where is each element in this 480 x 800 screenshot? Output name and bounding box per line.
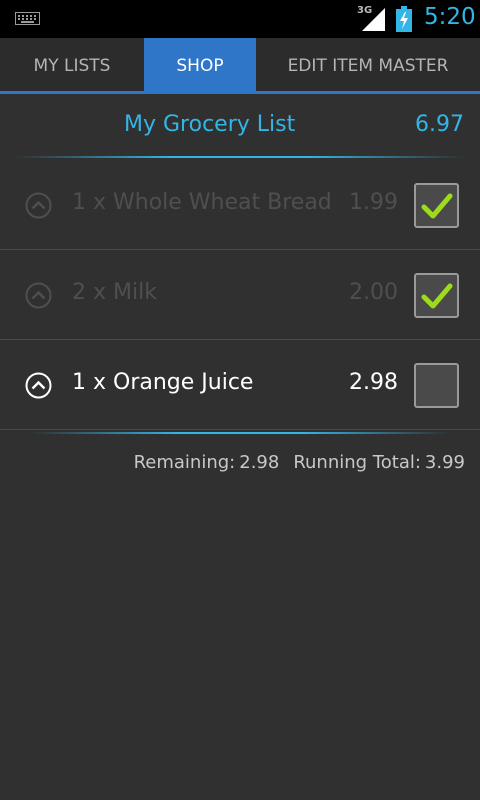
tab-shop[interactable]: SHOP — [144, 38, 256, 91]
clock: 5:20 — [424, 4, 476, 30]
item-price: 2.98 — [349, 370, 398, 395]
header-divider — [14, 156, 466, 158]
tab-edit-item-master[interactable]: EDIT ITEM MASTER — [256, 38, 480, 91]
item-checkbox[interactable] — [414, 273, 459, 318]
status-bar: 3G 5:20 — [0, 0, 480, 38]
remaining-label: Remaining: — [133, 452, 236, 473]
item-label: 1 x Orange Juice — [72, 370, 254, 395]
item-price: 2.00 — [349, 280, 398, 305]
checkmark-icon — [421, 193, 453, 219]
list-item[interactable]: 1 x Whole Wheat Bread 1.99 — [0, 160, 480, 250]
chevron-up-icon[interactable] — [25, 282, 52, 309]
running-total-value: 3.99 — [424, 452, 465, 473]
remaining-value: 2.98 — [239, 452, 280, 473]
list-total: 6.97 — [415, 112, 464, 137]
battery-charging-icon — [396, 6, 412, 32]
item-checkbox[interactable] — [414, 183, 459, 228]
item-label: 2 x Milk — [72, 280, 157, 305]
checkmark-icon — [421, 283, 453, 309]
tab-bar: MY LISTS SHOP EDIT ITEM MASTER — [0, 38, 480, 91]
chevron-up-icon[interactable] — [25, 372, 52, 399]
list-item[interactable]: 1 x Orange Juice 2.98 — [0, 340, 480, 430]
tab-my-lists[interactable]: MY LISTS — [0, 38, 144, 91]
item-label: 1 x Whole Wheat Bread — [72, 190, 332, 215]
item-price: 1.99 — [349, 190, 398, 215]
item-checkbox[interactable] — [414, 363, 459, 408]
list-item[interactable]: 2 x Milk 2.00 — [0, 250, 480, 340]
list-divider — [30, 432, 450, 434]
network-type-label: 3G — [357, 5, 373, 16]
list-title: My Grocery List — [124, 112, 296, 137]
tab-indicator — [0, 91, 480, 94]
chevron-up-icon[interactable] — [25, 192, 52, 219]
running-total-label: Running Total: — [293, 452, 421, 473]
summary-bar: Remaining: 2.98 Running Total: 3.99 — [0, 452, 480, 473]
keyboard-icon — [15, 12, 40, 25]
